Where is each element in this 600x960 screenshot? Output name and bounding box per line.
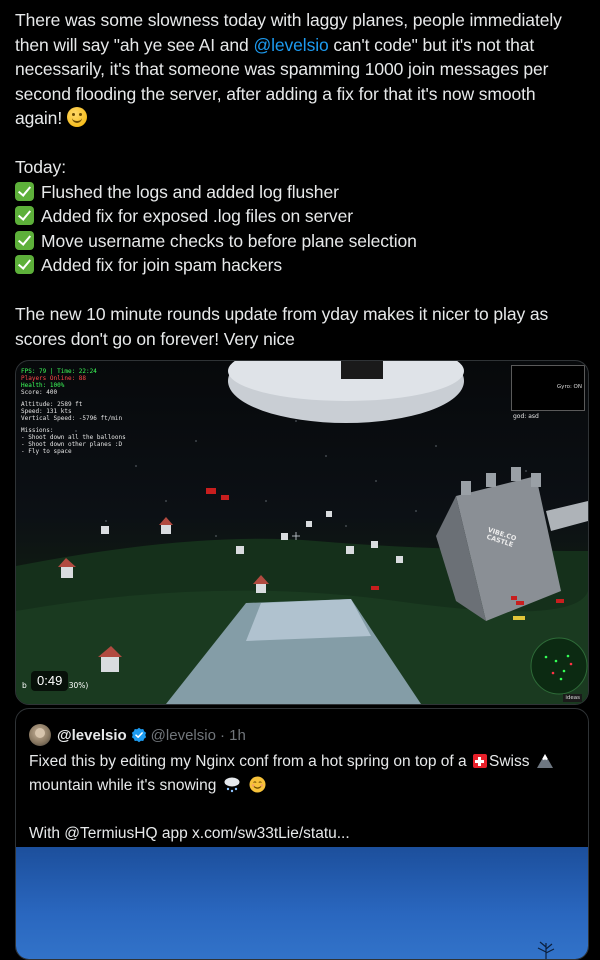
- hud-vertical-speed: Vertical Speed: -5796 ft/min: [21, 415, 123, 422]
- hud-bottom-prefix: b: [22, 681, 27, 690]
- quoted-line-2: mountain while it's snowing: [29, 774, 579, 798]
- tweet-text: There was some slowness today with laggy…: [15, 8, 587, 351]
- hud-missions-title: Missions:: [21, 427, 54, 434]
- quoted-line-1: Fixed this by editing my Nginx conf from…: [29, 750, 579, 774]
- mountain-icon: [536, 754, 553, 768]
- quoted-line-3: With @TermiusHQ app x.com/sw33tLie/statu…: [29, 825, 350, 842]
- radar: [530, 637, 588, 695]
- crosshair-icon: [292, 532, 300, 540]
- hud-altitude: Altitude: 2589 ft: [21, 401, 83, 408]
- smiling-face-icon: [66, 107, 87, 127]
- hud-mission: - Shoot down other planes :D: [21, 441, 123, 448]
- mention-link[interactable]: @levelsio: [253, 35, 328, 55]
- hud-mission: - Fly to space: [21, 448, 72, 455]
- checklist-item: Move username checks to before plane sel…: [15, 229, 587, 254]
- tree-silhouette: [537, 941, 555, 959]
- quoted-tweet-media[interactable]: [16, 847, 588, 959]
- tweet-paragraph-1: There was some slowness today with laggy…: [15, 8, 587, 131]
- player-tag: god: asd: [513, 413, 539, 420]
- video-player[interactable]: FPS: 79 | Time: 22:24 Players Online: 88…: [15, 360, 589, 705]
- checklist-item-label: Added fix for exposed .log files on serv…: [41, 206, 353, 226]
- swiss-flag-icon: [472, 754, 487, 768]
- player-plane-top: [246, 599, 371, 641]
- snow-cloud-icon: [224, 777, 240, 793]
- checklist-item-label: Flushed the logs and added log flusher: [41, 181, 339, 202]
- check-mark-icon: [15, 255, 34, 274]
- checklist-item-label: Added fix for join spam hackers: [41, 255, 283, 275]
- check-mark-icon: [15, 206, 34, 225]
- today-heading: Today:: [15, 157, 66, 177]
- yellow-plane: [513, 616, 525, 620]
- hud-panel: FPS: 79 | Time: 22:24 Players Online: 88…: [21, 368, 126, 455]
- checklist-item-label: Move username checks to before plane sel…: [41, 230, 417, 251]
- hud-players: Players Online: 88: [21, 375, 87, 382]
- hud-bottom-suffix: 30%): [68, 681, 89, 690]
- verified-badge-icon: [131, 727, 147, 743]
- quoted-tweet-header: @levelsio @levelsio · 1h: [29, 724, 246, 746]
- checklist-item: Flushed the logs and added log flusher: [15, 180, 587, 205]
- tweet-paragraph-3: The new 10 minute rounds update from yda…: [15, 304, 549, 349]
- gyro-label: Gyro: ON: [556, 384, 582, 390]
- blimp-gondola: [341, 361, 383, 379]
- hud-fps: FPS: 79 | Time: 22:24: [21, 368, 97, 375]
- quoted-author-name[interactable]: @levelsio: [57, 727, 127, 744]
- video-duration-badge: 0:49: [31, 671, 69, 691]
- hud-score: Score: 400: [21, 389, 58, 396]
- ideas-label: ideas: [563, 694, 582, 702]
- quoted-tweet-text: Fixed this by editing my Nginx conf from…: [29, 750, 579, 846]
- quoted-text-segment: mountain while it's snowing: [29, 777, 217, 794]
- check-mark-icon: [15, 181, 34, 201]
- quoted-text-segment: Swiss: [488, 753, 530, 770]
- checklist-item: Added fix for exposed .log files on serv…: [15, 204, 587, 229]
- hud-speed: Speed: 131 kts: [21, 408, 72, 415]
- avatar[interactable]: [29, 724, 51, 746]
- smiling-face-icon: [249, 776, 266, 793]
- checklist-item: Added fix for join spam hackers: [15, 253, 587, 278]
- quoted-tweet[interactable]: @levelsio @levelsio · 1h Fixed this by e…: [15, 708, 589, 960]
- quoted-tweet-time[interactable]: · 1h: [220, 727, 246, 744]
- quoted-author-handle[interactable]: @levelsio: [151, 727, 216, 744]
- hud-mission: - Shoot down all the balloons: [21, 434, 126, 441]
- quoted-text-segment: Fixed this by editing my Nginx conf from…: [29, 753, 471, 770]
- check-mark-icon: [15, 230, 34, 250]
- hud-health: Health: 100%: [21, 382, 65, 389]
